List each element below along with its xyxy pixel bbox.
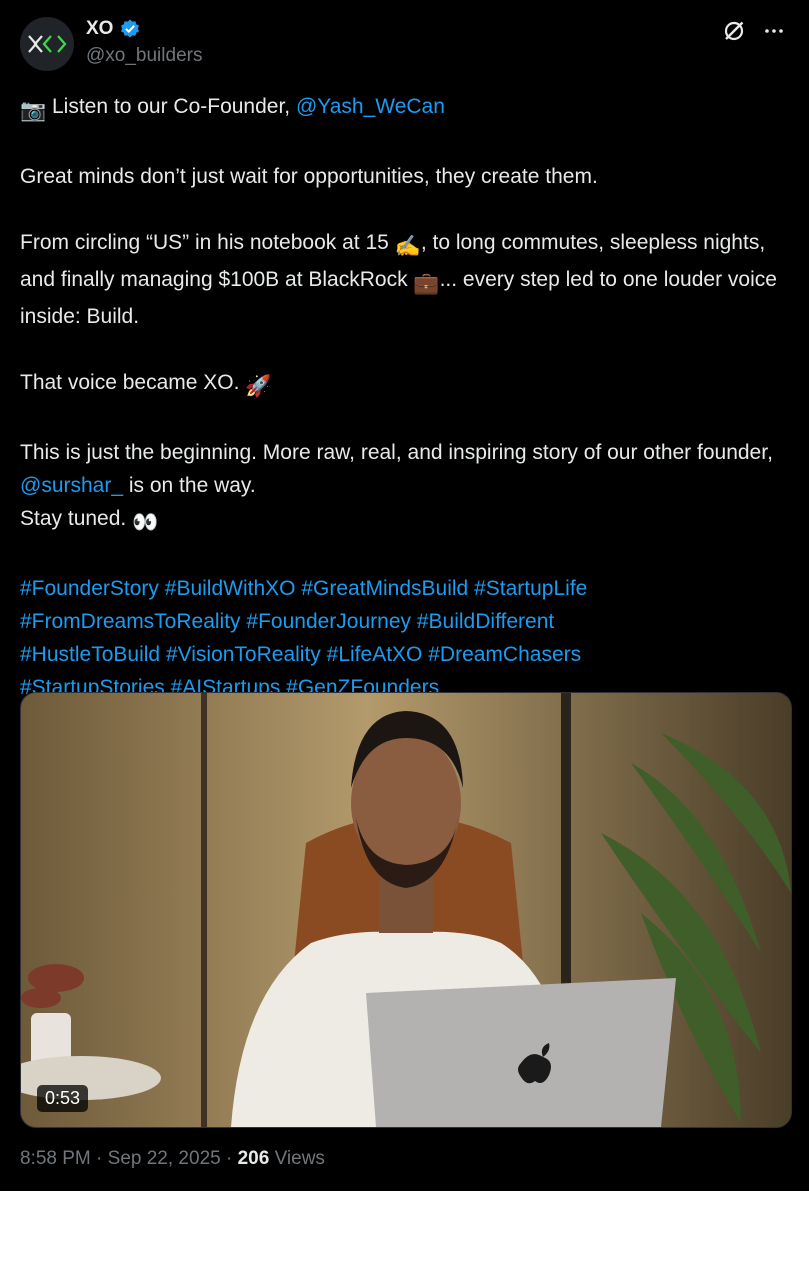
briefcase-emoji: 💼 — [413, 272, 440, 295]
para6-text: Stay tuned. — [20, 507, 133, 530]
verified-badge-icon — [121, 19, 140, 38]
hashtag[interactable]: #FromDreamsToReality — [20, 610, 241, 633]
tweet-line-1-text: Listen to our Co-Founder, — [46, 95, 296, 118]
hashtag[interactable]: #VisionToReality — [166, 643, 321, 666]
tweet-time[interactable]: 8:58 PM — [20, 1148, 91, 1169]
author-name[interactable]: XO — [86, 18, 113, 40]
hashtags: #FounderStory #BuildWithXO #GreatMindsBu… — [20, 572, 795, 704]
tweet-line-1: 📷 Listen to our Co-Founder, @Yash_WeCan — [20, 90, 795, 127]
tweet-meta: 8:58 PM · Sep 22, 2025 · 206 Views — [20, 1148, 325, 1170]
author-name-row: XO — [86, 18, 141, 40]
more-icon[interactable] — [761, 18, 787, 44]
hashtag[interactable]: #DreamChasers — [428, 643, 581, 666]
tweet: XO @xo_builders 📷 Listen to our Co-Found… — [0, 0, 809, 1191]
tweet-paragraph-6: Stay tuned. 👀 — [20, 502, 795, 539]
tweet-text: 📷 Listen to our Co-Founder, @Yash_WeCan … — [20, 90, 795, 704]
writing-hand-emoji: ✍️ — [394, 235, 421, 258]
camera-emoji: 📷 — [20, 99, 47, 122]
para5-text-b: is on the way. — [123, 474, 256, 497]
tweet-actions-top — [721, 18, 787, 44]
hashtag[interactable]: #GreatMindsBuild — [301, 577, 468, 600]
para4-text: That voice became XO. — [20, 371, 246, 394]
hashtag[interactable]: #FounderStory — [20, 577, 159, 600]
hashtag[interactable]: #LifeAtXO — [327, 643, 423, 666]
views-count: 206 — [237, 1148, 270, 1169]
rocket-emoji: 🚀 — [245, 375, 272, 398]
xo-logo-icon — [28, 35, 67, 53]
tweet-paragraph-5: This is just the beginning. More raw, re… — [20, 436, 795, 502]
grok-icon[interactable] — [721, 18, 747, 44]
tweet-paragraph-4: That voice became XO. 🚀 — [20, 366, 795, 403]
video-duration: 0:53 — [37, 1085, 89, 1112]
para3-text-a: From circling “US” in his notebook at 15 — [20, 231, 395, 254]
views-label: Views — [274, 1148, 325, 1169]
hashtag[interactable]: #FounderJourney — [246, 610, 411, 633]
eyes-emoji: 👀 — [132, 511, 159, 534]
author-handle[interactable]: @xo_builders — [86, 45, 202, 67]
meta-separator: · — [96, 1148, 103, 1169]
hashtag[interactable]: #StartupLife — [474, 577, 587, 600]
para5-text-a: This is just the beginning. More raw, re… — [20, 441, 773, 464]
tweet-paragraph-3: From circling “US” in his notebook at 15… — [20, 226, 795, 333]
hashtag[interactable]: #BuildDifferent — [417, 610, 554, 633]
video-thumbnail — [21, 693, 791, 1127]
tweet-paragraph-2: Great minds don’t just wait for opportun… — [20, 165, 598, 188]
tweet-date[interactable]: Sep 22, 2025 — [108, 1148, 221, 1169]
video-player[interactable]: 0:53 — [20, 692, 792, 1128]
mention-yash[interactable]: @Yash_WeCan — [296, 95, 445, 118]
hashtag[interactable]: #HustleToBuild — [20, 643, 160, 666]
mention-surshar[interactable]: @surshar_ — [20, 474, 123, 497]
avatar[interactable] — [20, 17, 74, 71]
meta-separator: · — [225, 1148, 233, 1169]
hashtag[interactable]: #BuildWithXO — [165, 577, 296, 600]
